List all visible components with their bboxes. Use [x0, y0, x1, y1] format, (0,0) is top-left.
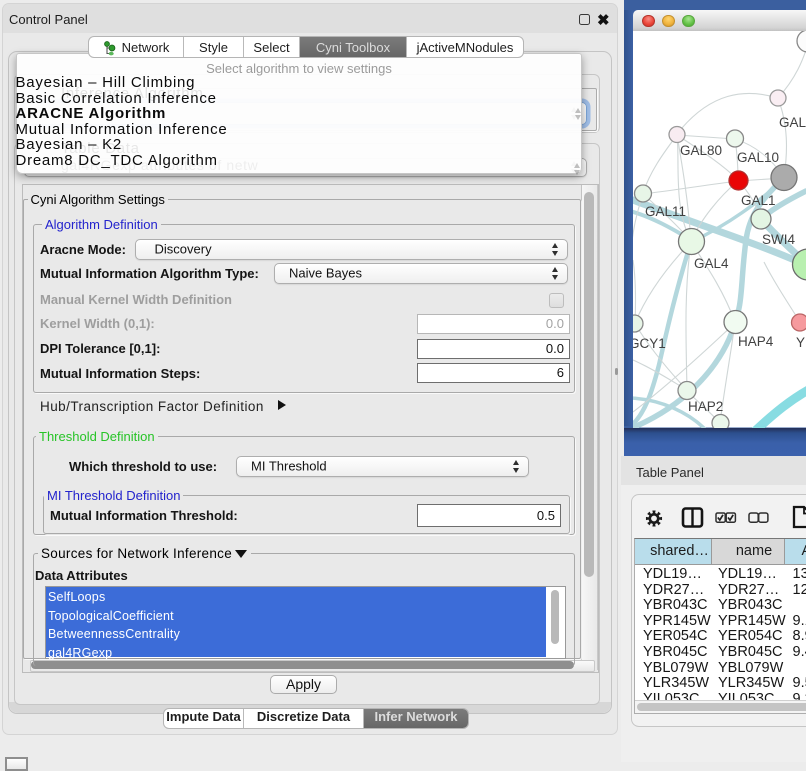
svg-text:SWI4: SWI4 [762, 232, 795, 247]
svg-text:HAP4: HAP4 [738, 334, 774, 349]
svg-text:GAL10: GAL10 [737, 150, 779, 165]
svg-text:YL: YL [796, 335, 806, 350]
svg-text:GAL4: GAL4 [694, 256, 729, 271]
svg-text:GAL2: GAL2 [779, 115, 806, 130]
svg-text:GCY1: GCY1 [633, 336, 666, 351]
svg-text:HAP2: HAP2 [688, 399, 723, 414]
svg-text:GAL1: GAL1 [741, 193, 776, 208]
svg-text:GAL80: GAL80 [680, 143, 722, 158]
svg-text:GAL11: GAL11 [645, 204, 686, 219]
